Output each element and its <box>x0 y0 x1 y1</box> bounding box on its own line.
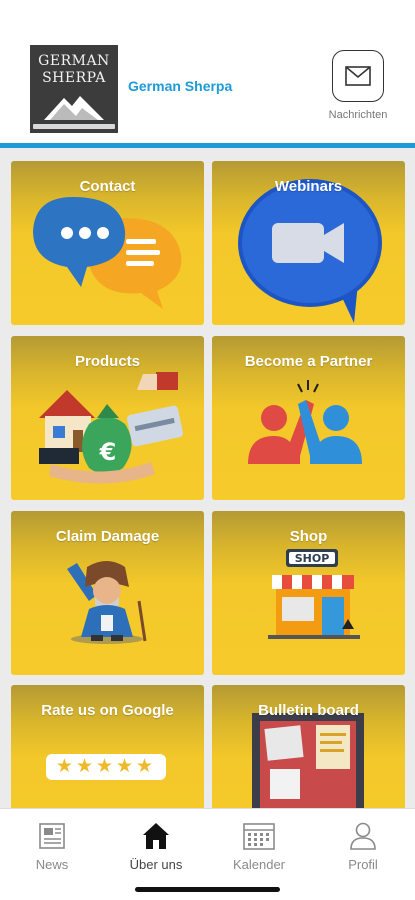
tab-about-label: Über uns <box>129 857 183 872</box>
tile-rate-label: Rate us on Google <box>41 702 174 719</box>
german-sherpa-logo: GERMAN SHERPA <box>30 45 118 133</box>
star-rating: ★★★★★ <box>46 754 166 780</box>
tile-shop-label: Shop <box>289 528 328 545</box>
tab-calendar[interactable]: Kalender <box>209 821 309 881</box>
tile-webinars-label: Webinars <box>274 178 343 195</box>
person-icon <box>350 822 376 850</box>
messages-button[interactable] <box>332 50 384 102</box>
tile-bulletin-label: Bulletin board <box>258 702 359 719</box>
calendar-icon <box>243 823 275 850</box>
logo-line-2: SHERPA <box>42 70 106 86</box>
tile-contact[interactable]: Contact <box>11 161 204 325</box>
tab-profile-label: Profil <box>348 857 378 872</box>
tile-bulletin-board[interactable]: Bulletin board <box>212 685 405 808</box>
tile-grid: Contact Webinars € Products Become a Par… <box>0 148 415 808</box>
tile-shop[interactable]: SHOP Shop <box>212 511 405 675</box>
tab-news[interactable]: News <box>2 821 102 881</box>
tile-webinars[interactable]: Webinars <box>212 161 405 325</box>
svg-text:€: € <box>99 438 117 466</box>
tile-rate-google[interactable]: Rate us on Google ★★★★★ <box>11 685 204 808</box>
tile-products-label: Products <box>74 353 140 370</box>
svg-text:SHOP: SHOP <box>295 552 330 565</box>
logo-line-1: GERMAN <box>38 53 110 69</box>
newspaper-icon <box>39 823 65 849</box>
logo-tagline <box>33 124 115 129</box>
app-header: GERMAN SHERPA German Sherpa Nachrichten <box>0 0 415 143</box>
tile-become-partner[interactable]: Become a Partner <box>212 336 405 500</box>
mountain-icon <box>44 96 104 120</box>
tile-partner-label: Become a Partner <box>244 353 373 370</box>
tab-news-label: News <box>35 857 69 872</box>
tile-products[interactable]: € Products <box>11 336 204 500</box>
brand-name[interactable]: German Sherpa <box>128 78 232 94</box>
tab-calendar-label: Kalender <box>232 857 286 872</box>
tab-profile[interactable]: Profil <box>313 821 413 881</box>
tile-claim-label: Claim Damage <box>55 528 160 545</box>
envelope-icon <box>345 66 371 86</box>
home-indicator <box>135 887 280 892</box>
tile-contact-label: Contact <box>79 178 136 195</box>
house-icon <box>143 823 169 849</box>
messages-label: Nachrichten <box>328 109 388 121</box>
tab-about-us[interactable]: Über uns <box>106 821 206 881</box>
tile-claim-damage[interactable]: Claim Damage <box>11 511 204 675</box>
